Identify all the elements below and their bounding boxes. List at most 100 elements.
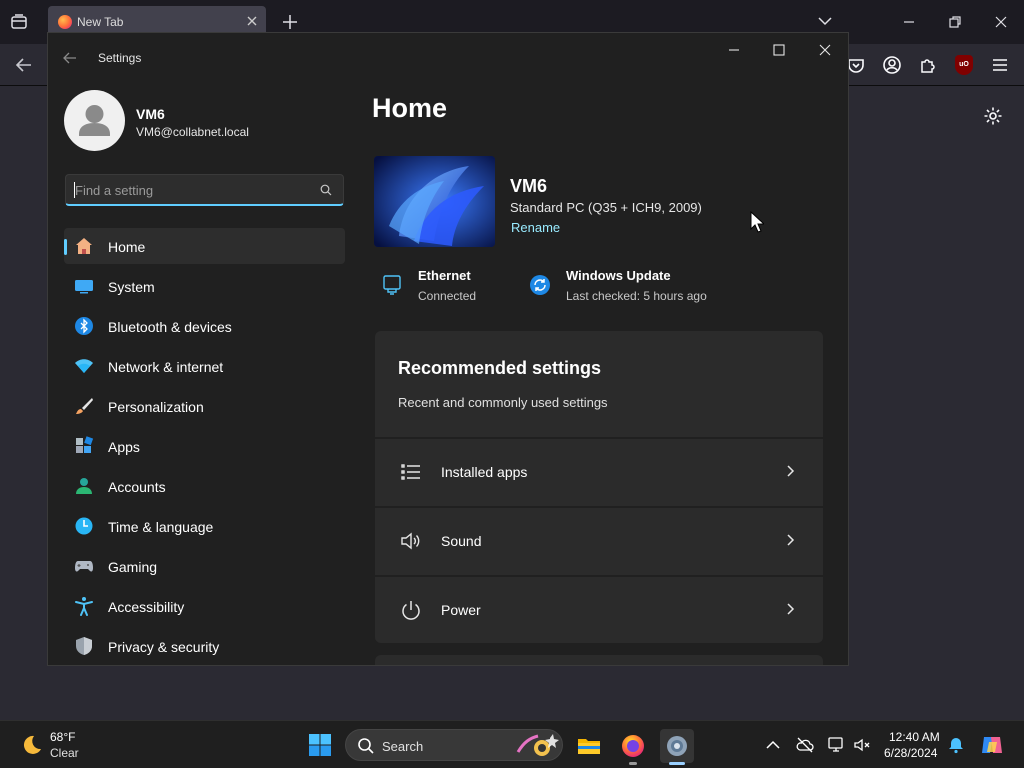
- ethernet-title[interactable]: Ethernet: [418, 268, 471, 283]
- taskbar-search-label: Search: [382, 739, 424, 754]
- ublock-origin-icon[interactable]: uO: [955, 55, 973, 75]
- notification-bell-icon[interactable]: [947, 736, 965, 754]
- copilot-icon[interactable]: [980, 733, 1004, 757]
- weather-temperature[interactable]: 68°F: [50, 730, 75, 744]
- wifi-icon: [75, 359, 93, 373]
- profile-name[interactable]: VM6: [136, 106, 165, 122]
- back-arrow-icon[interactable]: [14, 55, 34, 75]
- minimize-icon[interactable]: [899, 12, 919, 32]
- sidebar-item-label: Time & language: [108, 519, 214, 535]
- sidebar-item-label: Privacy & security: [108, 639, 220, 655]
- clock-date[interactable]: 6/28/2024: [884, 746, 937, 760]
- shield-icon: [76, 637, 92, 655]
- search-icon: [358, 738, 374, 754]
- taskbar-search[interactable]: Search: [345, 729, 563, 761]
- profile-email: VM6@collabnet.local: [136, 125, 249, 139]
- globe-clock-icon: [75, 517, 93, 535]
- sidebar-item-label: Gaming: [108, 559, 158, 575]
- sidebar-item-label: Apps: [108, 439, 140, 455]
- extensions-icon[interactable]: [918, 55, 938, 75]
- bluetooth-icon: [75, 317, 93, 335]
- settings-gear-icon: [667, 736, 687, 756]
- volume-muted-icon[interactable]: [853, 736, 871, 754]
- browser-tab-title: New Tab: [77, 15, 124, 29]
- running-indicator: [629, 762, 637, 765]
- windows-update-title[interactable]: Windows Update: [566, 268, 671, 283]
- close-icon[interactable]: [817, 42, 833, 58]
- onedrive-offline-icon[interactable]: [796, 736, 814, 754]
- search-input[interactable]: [75, 181, 310, 199]
- moon-icon[interactable]: [19, 733, 43, 757]
- sidebar-item-apps[interactable]: Apps: [64, 428, 345, 464]
- chevron-right-icon: [787, 465, 795, 477]
- device-wallpaper: [374, 156, 495, 247]
- search-box[interactable]: [65, 174, 344, 206]
- gamepad-icon: [75, 561, 93, 572]
- avatar[interactable]: [64, 90, 125, 151]
- sidebar-item-bluetooth[interactable]: Bluetooth & devices: [64, 308, 345, 344]
- active-indicator: [669, 762, 685, 765]
- weather-condition[interactable]: Clear: [50, 746, 79, 760]
- chevron-right-icon: [787, 603, 795, 615]
- menu-icon[interactable]: [990, 55, 1010, 75]
- pocket-icon[interactable]: [846, 55, 866, 75]
- minimize-icon[interactable]: [726, 42, 742, 58]
- sidebar-item-label: Personalization: [108, 399, 204, 415]
- search-icon[interactable]: [320, 184, 332, 196]
- sidebar-item-label: Accounts: [108, 479, 166, 495]
- firefox-button[interactable]: [616, 729, 650, 765]
- chevron-up-icon[interactable]: [764, 736, 782, 754]
- sound-label: Sound: [441, 533, 482, 549]
- rename-link[interactable]: Rename: [511, 220, 560, 235]
- person-icon: [79, 105, 110, 136]
- accounts-icon: [76, 478, 92, 494]
- sidebar-item-personalization[interactable]: Personalization: [64, 388, 345, 424]
- sidebar-item-time-language[interactable]: Time & language: [64, 508, 345, 544]
- network-icon[interactable]: [827, 736, 845, 754]
- gear-icon[interactable]: [983, 106, 1003, 126]
- installed-apps-row[interactable]: Installed apps: [375, 437, 823, 503]
- back-arrow-icon[interactable]: [62, 50, 78, 66]
- recommended-title: Recommended settings: [398, 358, 602, 378]
- windows-bloom-image: [374, 156, 495, 247]
- recommended-subtitle: Recent and commonly used settings: [398, 395, 608, 410]
- account-icon[interactable]: [882, 55, 902, 75]
- power-label: Power: [441, 602, 481, 618]
- page-title: Home: [372, 93, 448, 123]
- sidebar-item-accounts[interactable]: Accounts: [64, 468, 345, 504]
- sidebar-item-label: Home: [108, 239, 146, 255]
- maximize-icon[interactable]: [771, 42, 787, 58]
- next-card: [375, 655, 823, 665]
- list-icon: [401, 464, 420, 480]
- file-explorer-button[interactable]: [572, 729, 606, 763]
- system-icon: [75, 280, 93, 294]
- sidebar-item-label: Bluetooth & devices: [108, 319, 232, 335]
- ethernet-icon[interactable]: [381, 274, 403, 296]
- sidebar-item-network[interactable]: Network & internet: [64, 348, 345, 384]
- sidebar-item-home[interactable]: Home: [64, 228, 345, 264]
- power-row[interactable]: Power: [375, 575, 823, 641]
- update-icon[interactable]: [529, 274, 551, 296]
- close-tab-icon[interactable]: [244, 13, 260, 29]
- new-tab-icon[interactable]: [281, 13, 299, 31]
- firefox-icon: [58, 15, 72, 29]
- firefox-icon: [622, 735, 644, 757]
- windows-start-icon[interactable]: [308, 733, 332, 757]
- speaker-icon: [401, 532, 420, 550]
- sidebar-item-gaming[interactable]: Gaming: [64, 548, 345, 584]
- chevron-down-icon[interactable]: [817, 13, 833, 29]
- sidebar-item-label: Network & internet: [108, 359, 224, 375]
- sidebar-item-accessibility[interactable]: Accessibility: [64, 588, 345, 624]
- restore-icon[interactable]: [945, 12, 965, 32]
- settings-app-button[interactable]: [660, 729, 694, 765]
- brush-icon: [76, 398, 93, 414]
- close-icon[interactable]: [991, 12, 1011, 32]
- sound-row[interactable]: Sound: [375, 506, 823, 572]
- sidebar-item-privacy[interactable]: Privacy & security: [64, 628, 345, 664]
- ethernet-status: Connected: [418, 289, 477, 303]
- folder-icon: [578, 739, 600, 754]
- clock-time[interactable]: 12:40 AM: [889, 730, 940, 744]
- list-all-tabs-icon[interactable]: [9, 12, 29, 32]
- sidebar-item-system[interactable]: System: [64, 268, 345, 304]
- accessibility-icon: [75, 597, 93, 616]
